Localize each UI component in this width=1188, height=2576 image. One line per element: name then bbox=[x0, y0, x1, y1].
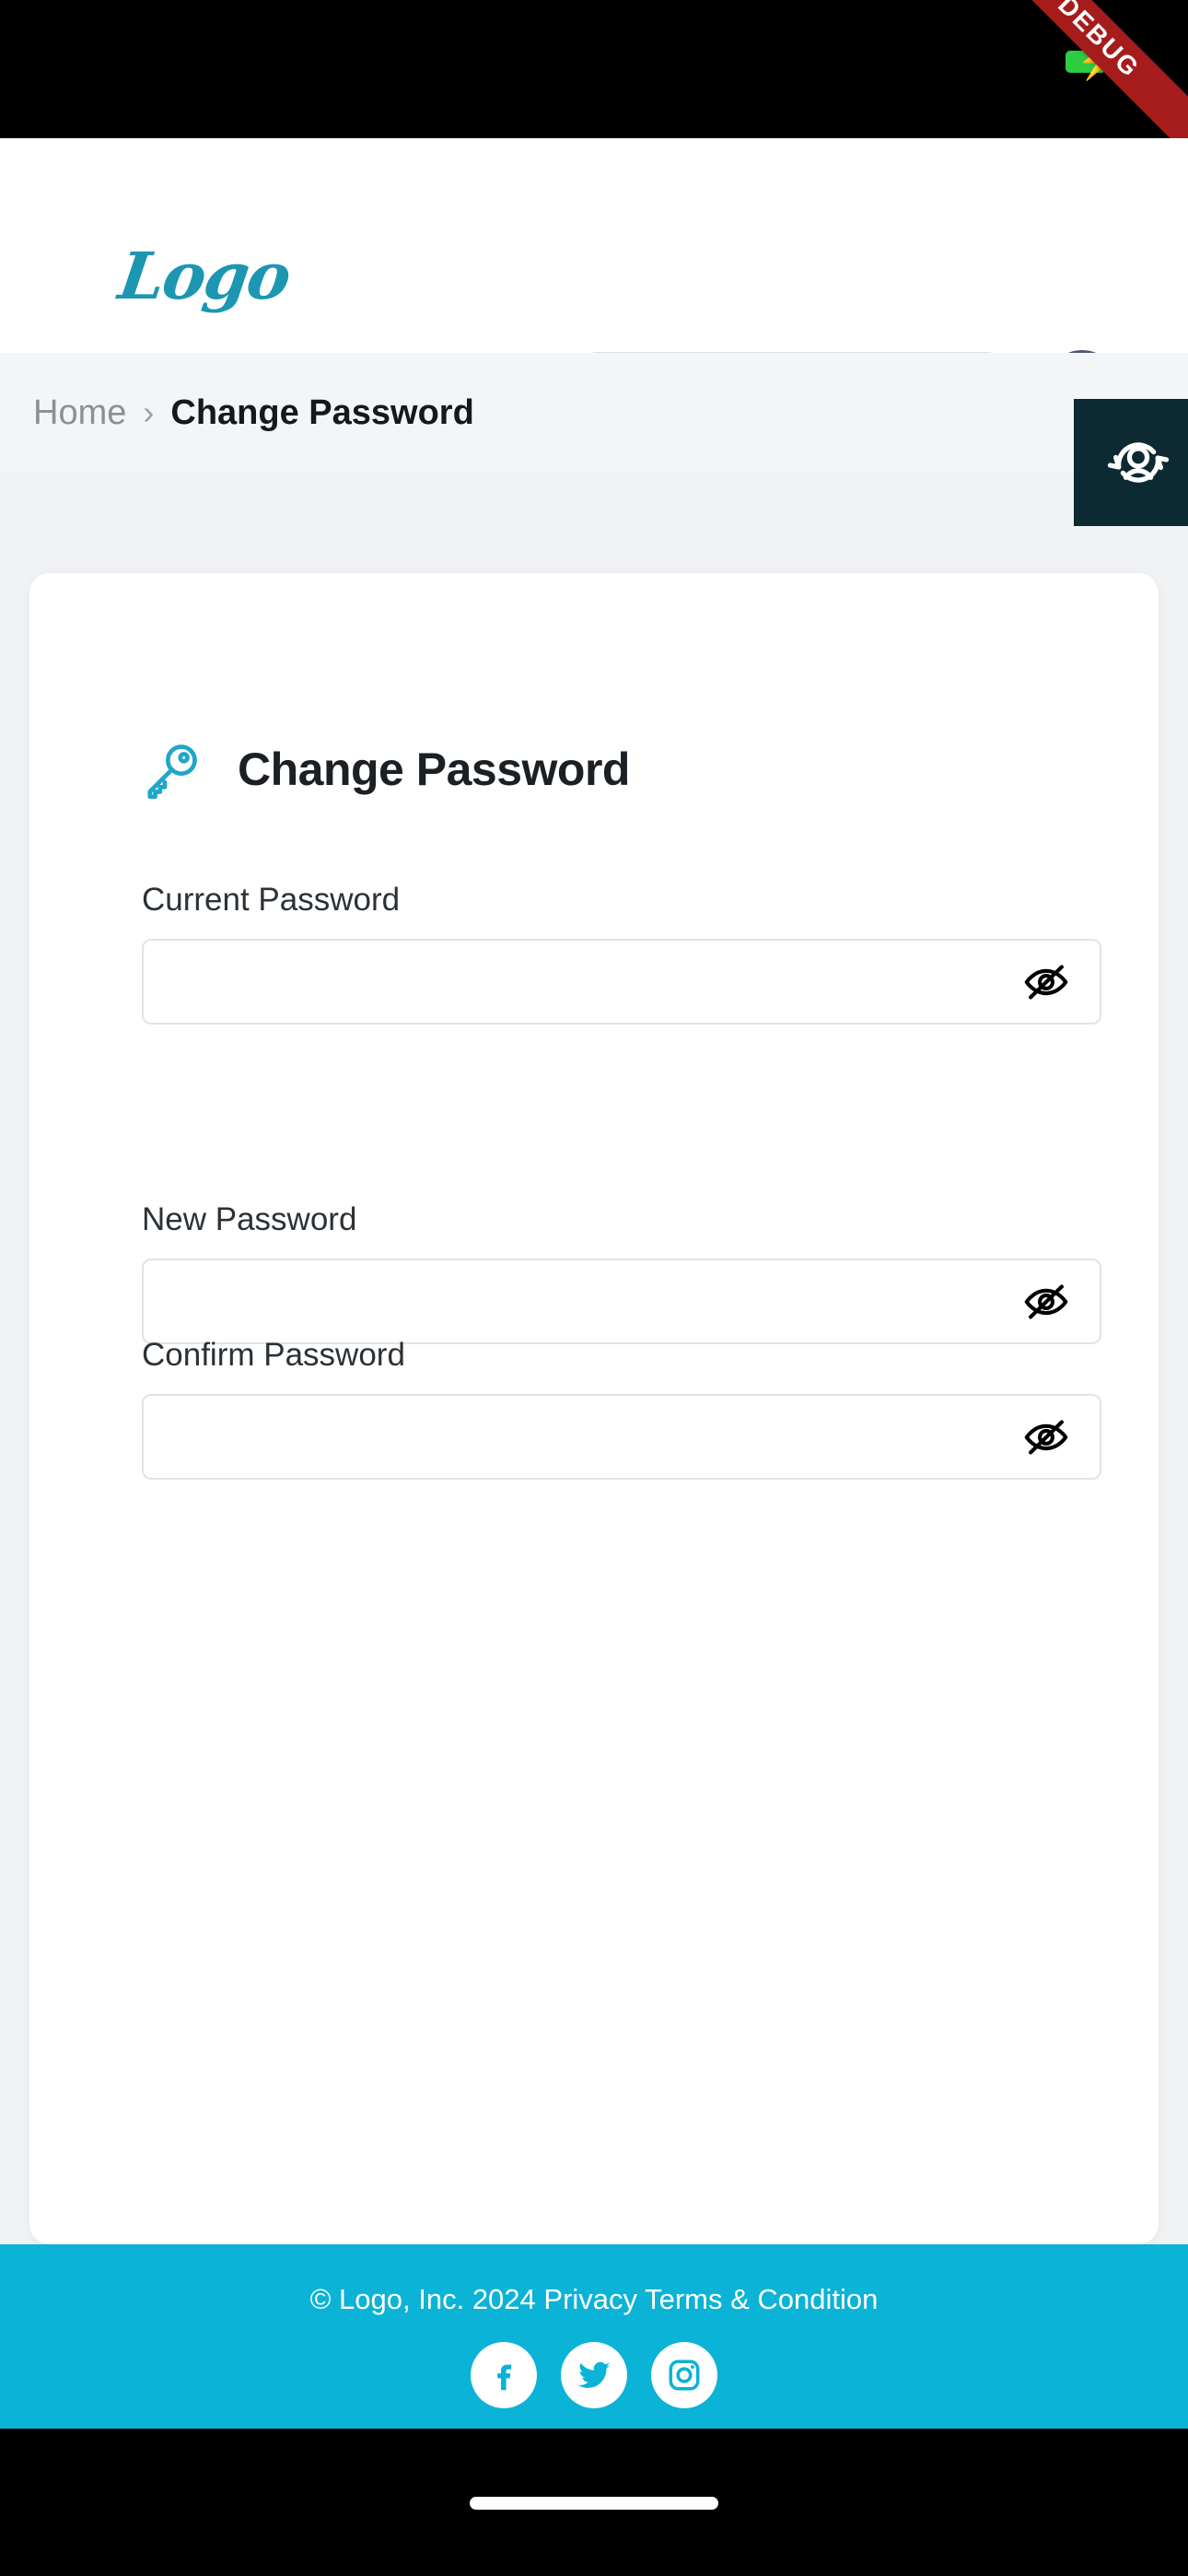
eye-off-icon[interactable] bbox=[1022, 1413, 1070, 1461]
field-new-password: New Password bbox=[142, 1201, 1101, 1344]
facebook-icon bbox=[497, 2364, 512, 2391]
breadcrumb: Home › Change Password bbox=[0, 353, 1188, 473]
eye-off-icon[interactable] bbox=[1022, 1278, 1070, 1326]
footer-copyright: © Logo, Inc. 2024 bbox=[309, 2283, 536, 2315]
facebook-button[interactable] bbox=[471, 2342, 537, 2408]
switch-user-icon bbox=[1107, 442, 1170, 483]
current-password-input[interactable] bbox=[142, 939, 1101, 1025]
instagram-icon bbox=[669, 2359, 700, 2391]
app-header: Logo Search bbox=[0, 138, 1188, 424]
field-confirm-password: Confirm Password bbox=[142, 1337, 1101, 1480]
twitter-icon bbox=[577, 2361, 611, 2388]
field-label: Current Password bbox=[142, 882, 401, 918]
phone-screen: ⚡ DEBUG Logo Search Home › Change Passwo… bbox=[0, 0, 1188, 2576]
page-title: Change Password bbox=[238, 744, 630, 795]
twitter-button[interactable] bbox=[561, 2342, 627, 2408]
social-links-row bbox=[0, 2342, 1188, 2408]
breadcrumb-item-current: Change Password bbox=[170, 392, 474, 432]
instagram-button[interactable] bbox=[651, 2342, 717, 2408]
home-indicator[interactable] bbox=[470, 2497, 718, 2510]
field-label: New Password bbox=[142, 1201, 357, 1237]
switch-user-button[interactable] bbox=[1074, 399, 1188, 526]
key-icon bbox=[142, 739, 203, 800]
app-logo[interactable]: Logo bbox=[114, 238, 294, 314]
chevron-right-icon: › bbox=[143, 393, 155, 431]
footer: © Logo, Inc. 2024 Privacy Terms & Condit… bbox=[0, 2244, 1188, 2429]
confirm-password-input[interactable] bbox=[142, 1394, 1101, 1480]
footer-links-row: © Logo, Inc. 2024 Privacy Terms & Condit… bbox=[0, 2244, 1188, 2316]
breadcrumb-item-home[interactable]: Home bbox=[33, 393, 126, 433]
field-label: Confirm Password bbox=[142, 1337, 405, 1373]
home-indicator-area bbox=[0, 2429, 1188, 2576]
new-password-input[interactable] bbox=[142, 1259, 1101, 1344]
change-password-card: Change Password Current Password New Pas… bbox=[29, 573, 1159, 2244]
card-title-row: Change Password bbox=[142, 739, 630, 800]
eye-off-icon[interactable] bbox=[1022, 958, 1070, 1006]
status-bar: ⚡ DEBUG bbox=[0, 0, 1188, 138]
footer-link-privacy[interactable]: Privacy bbox=[543, 2283, 637, 2315]
field-current-password: Current Password bbox=[142, 882, 1101, 1025]
footer-link-terms[interactable]: Terms & Condition bbox=[645, 2283, 878, 2315]
